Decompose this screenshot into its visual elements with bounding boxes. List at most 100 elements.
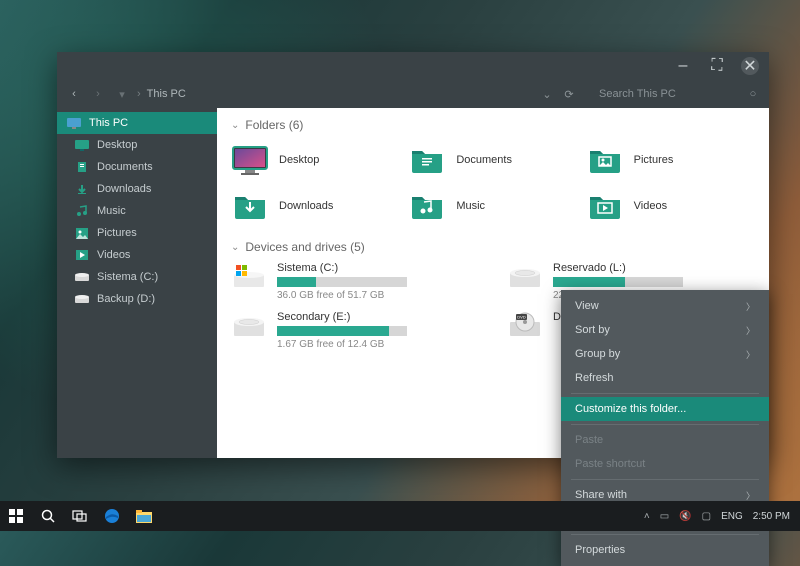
- sidebar-item-label: Desktop: [97, 139, 137, 151]
- minimize-button[interactable]: –: [673, 56, 693, 76]
- folder-label: Videos: [634, 200, 667, 212]
- context-refresh[interactable]: Refresh: [561, 366, 769, 390]
- down-icon: [75, 183, 89, 195]
- disk-icon: [75, 271, 89, 283]
- context-view[interactable]: View 〉: [561, 294, 769, 318]
- desktop-icon: [75, 139, 89, 151]
- hdd-icon: [507, 262, 543, 290]
- drive-secondary-e-[interactable]: Secondary (E:)1.67 GB free of 12.4 GB: [231, 311, 479, 350]
- sidebar-item-pictures[interactable]: Pictures: [57, 222, 217, 244]
- close-button[interactable]: ✕: [741, 57, 759, 75]
- context-paste: Paste: [561, 428, 769, 452]
- sidebar-item-desktop[interactable]: Desktop: [57, 134, 217, 156]
- sidebar-item-label: Music: [97, 205, 126, 217]
- context-label: Refresh: [575, 372, 614, 384]
- edge-taskbar-icon[interactable]: [96, 501, 128, 531]
- search-icon[interactable]: ○: [745, 88, 761, 100]
- sidebar-item-documents[interactable]: Documents: [57, 156, 217, 178]
- sidebar-item-sistema-c-[interactable]: Sistema (C:): [57, 266, 217, 288]
- tray-chevron-icon[interactable]: ˄: [644, 511, 650, 522]
- search-input[interactable]: Search This PC: [599, 88, 739, 100]
- tray-volume-icon[interactable]: 🔇: [679, 511, 691, 522]
- sidebar-item-downloads[interactable]: Downloads: [57, 178, 217, 200]
- start-button[interactable]: [0, 501, 32, 531]
- drives-title: Devices and drives (5): [245, 240, 364, 254]
- desktop-folder-icon: [231, 144, 269, 176]
- history-dropdown[interactable]: ▾: [113, 88, 131, 101]
- folder-pictures[interactable]: Pictures: [586, 140, 755, 180]
- sidebar-item-backup-d-[interactable]: Backup (D:): [57, 288, 217, 310]
- sidebar-item-this-pc[interactable]: This PC: [57, 112, 217, 134]
- folders-title: Folders (6): [245, 118, 303, 132]
- folder-label: Desktop: [279, 154, 319, 166]
- context-sort-by[interactable]: Sort by〉: [561, 318, 769, 342]
- breadcrumb-location[interactable]: This PC: [147, 88, 186, 100]
- folder-label: Pictures: [634, 154, 674, 166]
- doc-folder-icon: [408, 144, 446, 176]
- folder-music[interactable]: Music: [408, 186, 577, 226]
- folder-label: Downloads: [279, 200, 333, 212]
- maximize-button[interactable]: ⛶: [707, 56, 727, 76]
- music-icon: [75, 205, 89, 217]
- folder-videos[interactable]: Videos: [586, 186, 755, 226]
- folder-downloads[interactable]: Downloads: [231, 186, 400, 226]
- context-label: Share with: [575, 489, 627, 501]
- win-icon: [231, 262, 267, 290]
- drive-label: Reservado (L:): [553, 262, 755, 274]
- drives-header[interactable]: ⌄ Devices and drives (5): [231, 240, 755, 254]
- chevron-right-icon: 〉: [746, 300, 755, 313]
- context-label: Sort by: [575, 324, 610, 336]
- folder-documents[interactable]: Documents: [408, 140, 577, 180]
- sidebar-item-music[interactable]: Music: [57, 200, 217, 222]
- drive-usage-bar: [277, 326, 407, 336]
- search-taskbar-button[interactable]: [32, 501, 64, 531]
- context-customize-this-folder-[interactable]: Customize this folder...: [561, 397, 769, 421]
- breadcrumb-dropdown-icon[interactable]: ⌄: [539, 88, 555, 101]
- dvd-icon: DVD: [507, 311, 543, 339]
- folder-label: Documents: [456, 154, 512, 166]
- tray-action-center-icon[interactable]: ▢: [702, 511, 711, 522]
- breadcrumb-sep: ›: [137, 88, 141, 100]
- tray-network-icon[interactable]: ▭: [660, 511, 669, 522]
- folders-header[interactable]: ⌄ Folders (6): [231, 118, 755, 132]
- sidebar-item-label: Pictures: [97, 227, 137, 239]
- sidebar-item-videos[interactable]: Videos: [57, 244, 217, 266]
- drive-usage-bar: [553, 277, 683, 287]
- drive-sistema-c-[interactable]: Sistema (C:)36.0 GB free of 51.7 GB: [231, 262, 479, 301]
- tray-clock[interactable]: 2:50 PM: [753, 511, 790, 522]
- task-view-button[interactable]: [64, 501, 96, 531]
- context-separator: [571, 534, 759, 535]
- context-separator: [571, 479, 759, 480]
- drive-usage-bar: [277, 277, 407, 287]
- sidebar-item-label: Documents: [97, 161, 153, 173]
- folder-label: Music: [456, 200, 485, 212]
- music-folder-icon: [408, 190, 446, 222]
- context-label: Customize this folder...: [575, 403, 686, 415]
- sidebar-item-label: Backup (D:): [97, 293, 155, 305]
- context-paste-shortcut: Paste shortcut: [561, 452, 769, 476]
- context-properties[interactable]: Properties: [561, 538, 769, 562]
- pic-folder-icon: [586, 144, 624, 176]
- tray-language[interactable]: ENG: [721, 511, 743, 522]
- explorer-taskbar-icon[interactable]: [128, 501, 160, 531]
- taskbar: ˄ ▭ 🔇 ▢ ENG 2:50 PM: [0, 501, 800, 531]
- back-button[interactable]: ‹: [65, 88, 83, 100]
- context-label: View: [575, 300, 599, 312]
- context-label: Group by: [575, 348, 620, 360]
- forward-button[interactable]: ›: [89, 88, 107, 100]
- disk-icon: [75, 293, 89, 305]
- sidebar: This PC Desktop Documents Downloads Music Pic…: [57, 108, 217, 458]
- drive-label: Secondary (E:): [277, 311, 479, 323]
- context-label: Paste shortcut: [575, 458, 645, 470]
- drive-free-text: 36.0 GB free of 51.7 GB: [277, 290, 479, 301]
- hdd-icon: [231, 311, 267, 339]
- refresh-button[interactable]: ⟳: [561, 88, 577, 101]
- context-label: Properties: [575, 544, 625, 556]
- context-group-by[interactable]: Group by〉: [561, 342, 769, 366]
- folder-desktop[interactable]: Desktop: [231, 140, 400, 180]
- svg-text:DVD: DVD: [517, 315, 526, 320]
- sidebar-item-label: This PC: [89, 117, 128, 129]
- titlebar: – ⛶ ✕: [57, 52, 769, 80]
- chevron-right-icon: 〉: [746, 489, 755, 502]
- sidebar-item-label: Downloads: [97, 183, 151, 195]
